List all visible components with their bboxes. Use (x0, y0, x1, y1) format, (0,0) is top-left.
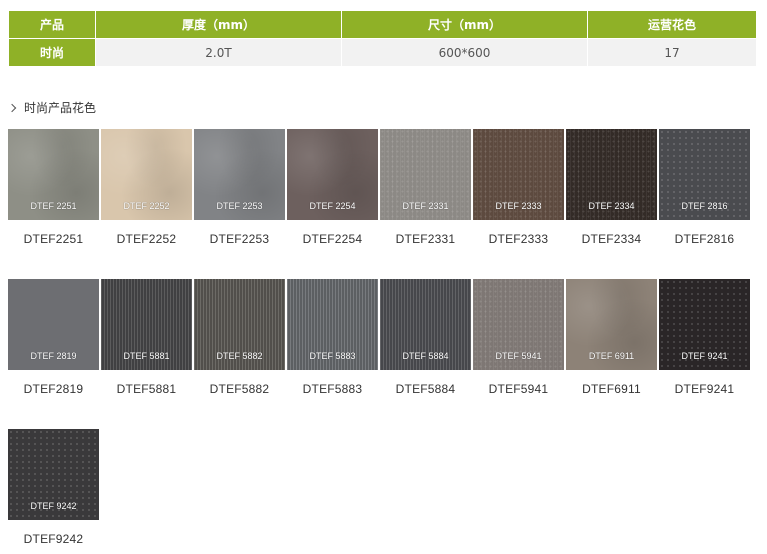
swatch-label: DTEF9241 (674, 382, 735, 396)
swatch-item[interactable]: DTEF 2334 DTEF2334 (566, 129, 657, 246)
swatch-item[interactable]: DTEF 2252 DTEF2252 (101, 129, 192, 246)
swatch-label: DTEF2333 (488, 232, 549, 246)
swatch-image[interactable]: DTEF 2253 (194, 129, 285, 220)
swatch-image[interactable]: DTEF 2816 (659, 129, 750, 220)
swatch-item[interactable]: DTEF 2819 DTEF2819 (8, 279, 99, 396)
swatch-item[interactable]: DTEF 2333 DTEF2333 (473, 129, 564, 246)
swatch-label: DTEF5883 (302, 382, 363, 396)
swatch-image[interactable]: DTEF 5883 (287, 279, 378, 370)
cell-product: 时尚 (8, 38, 96, 67)
swatch-code: DTEF 9242 (30, 501, 77, 511)
swatch-item[interactable]: DTEF 9242 DTEF9242 (8, 429, 99, 546)
swatch-label: DTEF9242 (23, 532, 84, 546)
spec-data-row: 时尚 2.0T 600*600 17 (8, 38, 757, 67)
swatch-code: DTEF 2331 (402, 201, 449, 211)
swatch-code: DTEF 5884 (402, 351, 449, 361)
swatch-label: DTEF2819 (23, 382, 84, 396)
cell-size: 600*600 (341, 38, 588, 67)
chevron-right-icon (7, 103, 17, 112)
swatch-label: DTEF2252 (116, 232, 177, 246)
swatch-label: DTEF2334 (581, 232, 642, 246)
swatch-label: DTEF6911 (582, 382, 641, 396)
swatch-label: DTEF2254 (302, 232, 363, 246)
swatch-label: DTEF5881 (116, 382, 177, 396)
swatch-image[interactable]: DTEF 6911 (566, 279, 657, 370)
spec-table: 产品 厚度（mm） 尺寸（mm） 运营花色 时尚 2.0T 600*600 17 (8, 10, 757, 67)
swatch-code: DTEF 6911 (588, 351, 635, 361)
swatch-image[interactable]: DTEF 2333 (473, 129, 564, 220)
swatch-code: DTEF 5881 (123, 351, 170, 361)
swatch-item[interactable]: DTEF 5884 DTEF5884 (380, 279, 471, 396)
swatch-label: DTEF2253 (209, 232, 270, 246)
swatch-code: DTEF 2816 (681, 201, 728, 211)
swatch-image[interactable]: DTEF 5884 (380, 279, 471, 370)
swatch-item[interactable]: DTEF 5881 DTEF5881 (101, 279, 192, 396)
swatch-item[interactable]: DTEF 5883 DTEF5883 (287, 279, 378, 396)
swatch-code: DTEF 2254 (309, 201, 356, 211)
spec-header-row: 产品 厚度（mm） 尺寸（mm） 运营花色 (8, 10, 757, 39)
swatch-code: DTEF 2819 (30, 351, 77, 361)
swatch-image[interactable]: DTEF 9242 (8, 429, 99, 520)
swatch-label: DTEF2331 (395, 232, 456, 246)
swatch-code: DTEF 5883 (309, 351, 356, 361)
swatch-label: DTEF5941 (488, 382, 549, 396)
swatch-code: DTEF 5882 (216, 351, 263, 361)
swatch-item[interactable]: DTEF 2331 DTEF2331 (380, 129, 471, 246)
swatch-image[interactable]: DTEF 2251 (8, 129, 99, 220)
swatch-code: DTEF 2334 (588, 201, 635, 211)
swatch-item[interactable]: DTEF 2253 DTEF2253 (194, 129, 285, 246)
swatch-image[interactable]: DTEF 2331 (380, 129, 471, 220)
swatch-image[interactable]: DTEF 2252 (101, 129, 192, 220)
swatch-label: DTEF5882 (209, 382, 270, 396)
swatch-code: DTEF 2251 (30, 201, 77, 211)
swatch-item[interactable]: DTEF 5882 DTEF5882 (194, 279, 285, 396)
header-product: 产品 (8, 10, 96, 39)
swatch-item[interactable]: DTEF 9241 DTEF9241 (659, 279, 750, 396)
swatch-image[interactable]: DTEF 9241 (659, 279, 750, 370)
swatch-item[interactable]: DTEF 2251 DTEF2251 (8, 129, 99, 246)
swatch-item[interactable]: DTEF 5941 DTEF5941 (473, 279, 564, 396)
swatch-image[interactable]: DTEF 2819 (8, 279, 99, 370)
swatch-code: DTEF 9241 (681, 351, 728, 361)
swatch-image[interactable]: DTEF 5881 (101, 279, 192, 370)
swatch-code: DTEF 2333 (495, 201, 542, 211)
cell-thickness: 2.0T (95, 38, 342, 67)
swatch-code: DTEF 2252 (123, 201, 170, 211)
header-thickness: 厚度（mm） (95, 10, 342, 39)
section-title: 时尚产品花色 (24, 101, 97, 115)
swatch-image[interactable]: DTEF 2334 (566, 129, 657, 220)
swatch-item[interactable]: DTEF 6911 DTEF6911 (566, 279, 657, 396)
swatch-label: DTEF2816 (674, 232, 735, 246)
swatch-item[interactable]: DTEF 2254 DTEF2254 (287, 129, 378, 246)
swatch-label: DTEF2251 (23, 232, 84, 246)
swatch-code: DTEF 5941 (495, 351, 542, 361)
section-heading: 时尚产品花色 (7, 99, 97, 116)
header-colors: 运营花色 (587, 10, 757, 39)
swatch-image[interactable]: DTEF 5941 (473, 279, 564, 370)
header-size: 尺寸（mm） (341, 10, 588, 39)
swatch-label: DTEF5884 (395, 382, 456, 396)
swatch-image[interactable]: DTEF 5882 (194, 279, 285, 370)
swatch-item[interactable]: DTEF 2816 DTEF2816 (659, 129, 750, 246)
swatch-image[interactable]: DTEF 2254 (287, 129, 378, 220)
cell-colors: 17 (587, 38, 757, 67)
swatch-code: DTEF 2253 (216, 201, 263, 211)
